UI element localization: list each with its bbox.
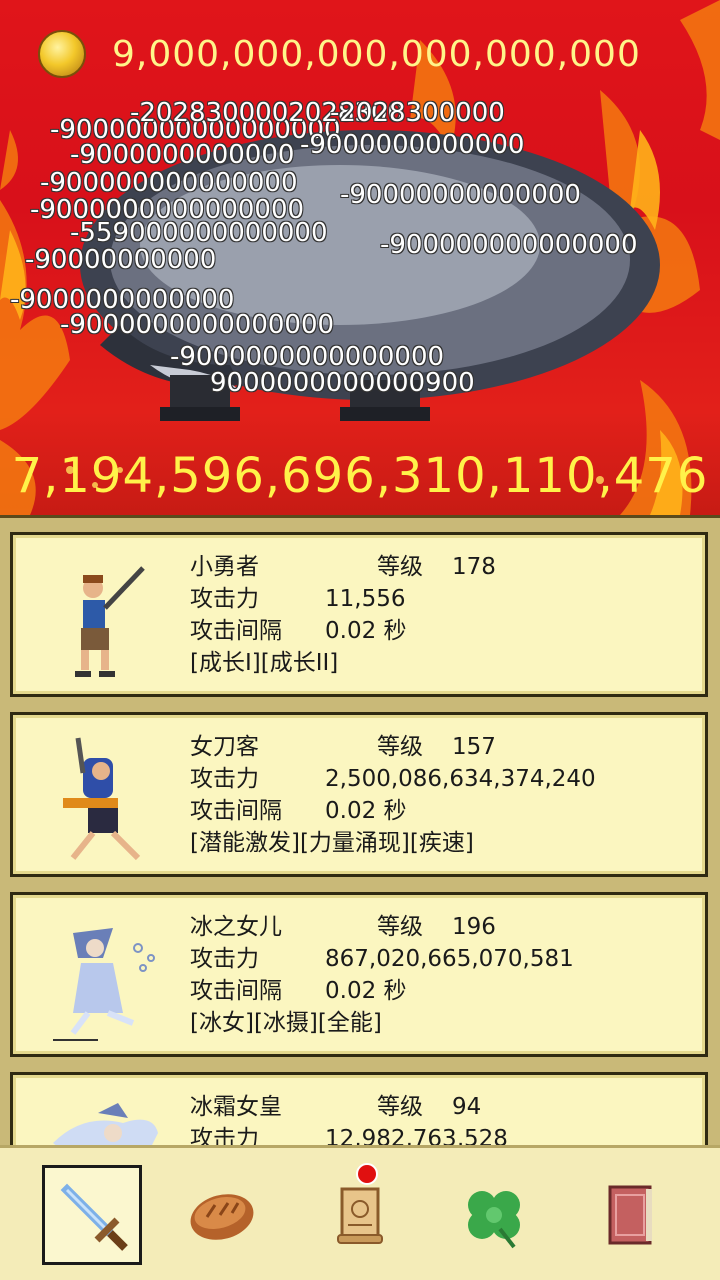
hero-attack: 867,020,665,070,581: [325, 946, 574, 972]
notification-badge: [356, 1163, 378, 1185]
hero-skills: [成长I][成长II]: [190, 650, 339, 676]
hero-skills: [潜能激发][力量涌现][疾速]: [190, 830, 474, 856]
gold-display: 9,000,000,000,000,000,000: [38, 30, 641, 78]
interval-label: 攻击间隔: [190, 798, 282, 824]
hero-card[interactable]: 小勇者 等级 178 攻击力 11,556 攻击间隔 0.02 秒 [成长I][成长II…: [10, 532, 708, 697]
hero-interval: 0.02 秒: [325, 978, 407, 1004]
hero-portrait-small-hero: [75, 566, 145, 677]
hero-skills: [冰女][冰摄][全能]: [190, 1010, 382, 1036]
bottom-tab-bar: [0, 1145, 720, 1280]
scroll-icon: [337, 1187, 383, 1244]
tab-book[interactable]: [580, 1165, 680, 1265]
clover-icon: [468, 1191, 520, 1249]
hero-name: 女刀客: [190, 734, 259, 760]
hero-card[interactable]: 女刀客 等级 157 攻击力 2,500,086,634,374,240 攻击间隔 0.…: [10, 712, 708, 877]
hero-name: 小勇者: [190, 554, 259, 580]
gold-coin-icon: [38, 30, 86, 78]
attack-label: 攻击力: [190, 946, 259, 972]
book-icon: [608, 1185, 652, 1245]
hero-name: 冰之女儿: [190, 914, 282, 940]
level-label: 等级: [377, 734, 423, 760]
gold-amount: 9,000,000,000,000,000,000: [112, 33, 641, 75]
hero-level: 196: [452, 914, 496, 940]
attack-label: 攻击力: [190, 1126, 259, 1145]
boss-monster[interactable]: [40, 95, 680, 430]
hero-level: 178: [452, 554, 496, 580]
hero-interval: 0.02 秒: [325, 798, 407, 824]
interval-label: 攻击间隔: [190, 618, 282, 644]
level-label: 等级: [377, 1094, 423, 1120]
sword-icon: [60, 1183, 128, 1251]
hero-portrait-ice-daughter: [53, 928, 155, 1041]
hero-portrait-frost-queen: [53, 1103, 158, 1145]
hero-portrait-blade-woman: [63, 737, 141, 861]
battle-scene: 9,000,000,000,000,000,000 -9000000000000…: [0, 0, 720, 515]
tab-quests[interactable]: [310, 1163, 410, 1265]
bread-icon: [190, 1194, 254, 1240]
tab-heroes[interactable]: [42, 1165, 142, 1265]
tab-food[interactable]: [172, 1165, 272, 1265]
hero-card[interactable]: 冰霜女皇 等级 94 攻击力 12,982,763,528: [10, 1072, 708, 1145]
hero-level: 94: [452, 1094, 482, 1120]
hero-list[interactable]: 小勇者 等级 178 攻击力 11,556 攻击间隔 0.02 秒 [成长I][成长II…: [0, 515, 720, 1145]
hero-interval: 0.02 秒: [325, 618, 407, 644]
level-label: 等级: [377, 554, 423, 580]
hero-attack: 12,982,763,528: [325, 1126, 508, 1145]
hero-attack: 11,556: [325, 586, 406, 612]
boss-hp-value: 7,194,596,696,310,110,476: [11, 448, 709, 504]
interval-label: 攻击间隔: [190, 978, 282, 1004]
hero-level: 157: [452, 734, 496, 760]
hero-attack: 2,500,086,634,374,240: [325, 766, 596, 792]
attack-label: 攻击力: [190, 766, 259, 792]
tab-luck[interactable]: [444, 1165, 544, 1265]
level-label: 等级: [377, 914, 423, 940]
attack-label: 攻击力: [190, 586, 259, 612]
hero-name: 冰霜女皇: [190, 1094, 282, 1120]
hero-card[interactable]: 冰之女儿 等级 196 攻击力 867,020,665,070,581 攻击间隔 0.0…: [10, 892, 708, 1057]
